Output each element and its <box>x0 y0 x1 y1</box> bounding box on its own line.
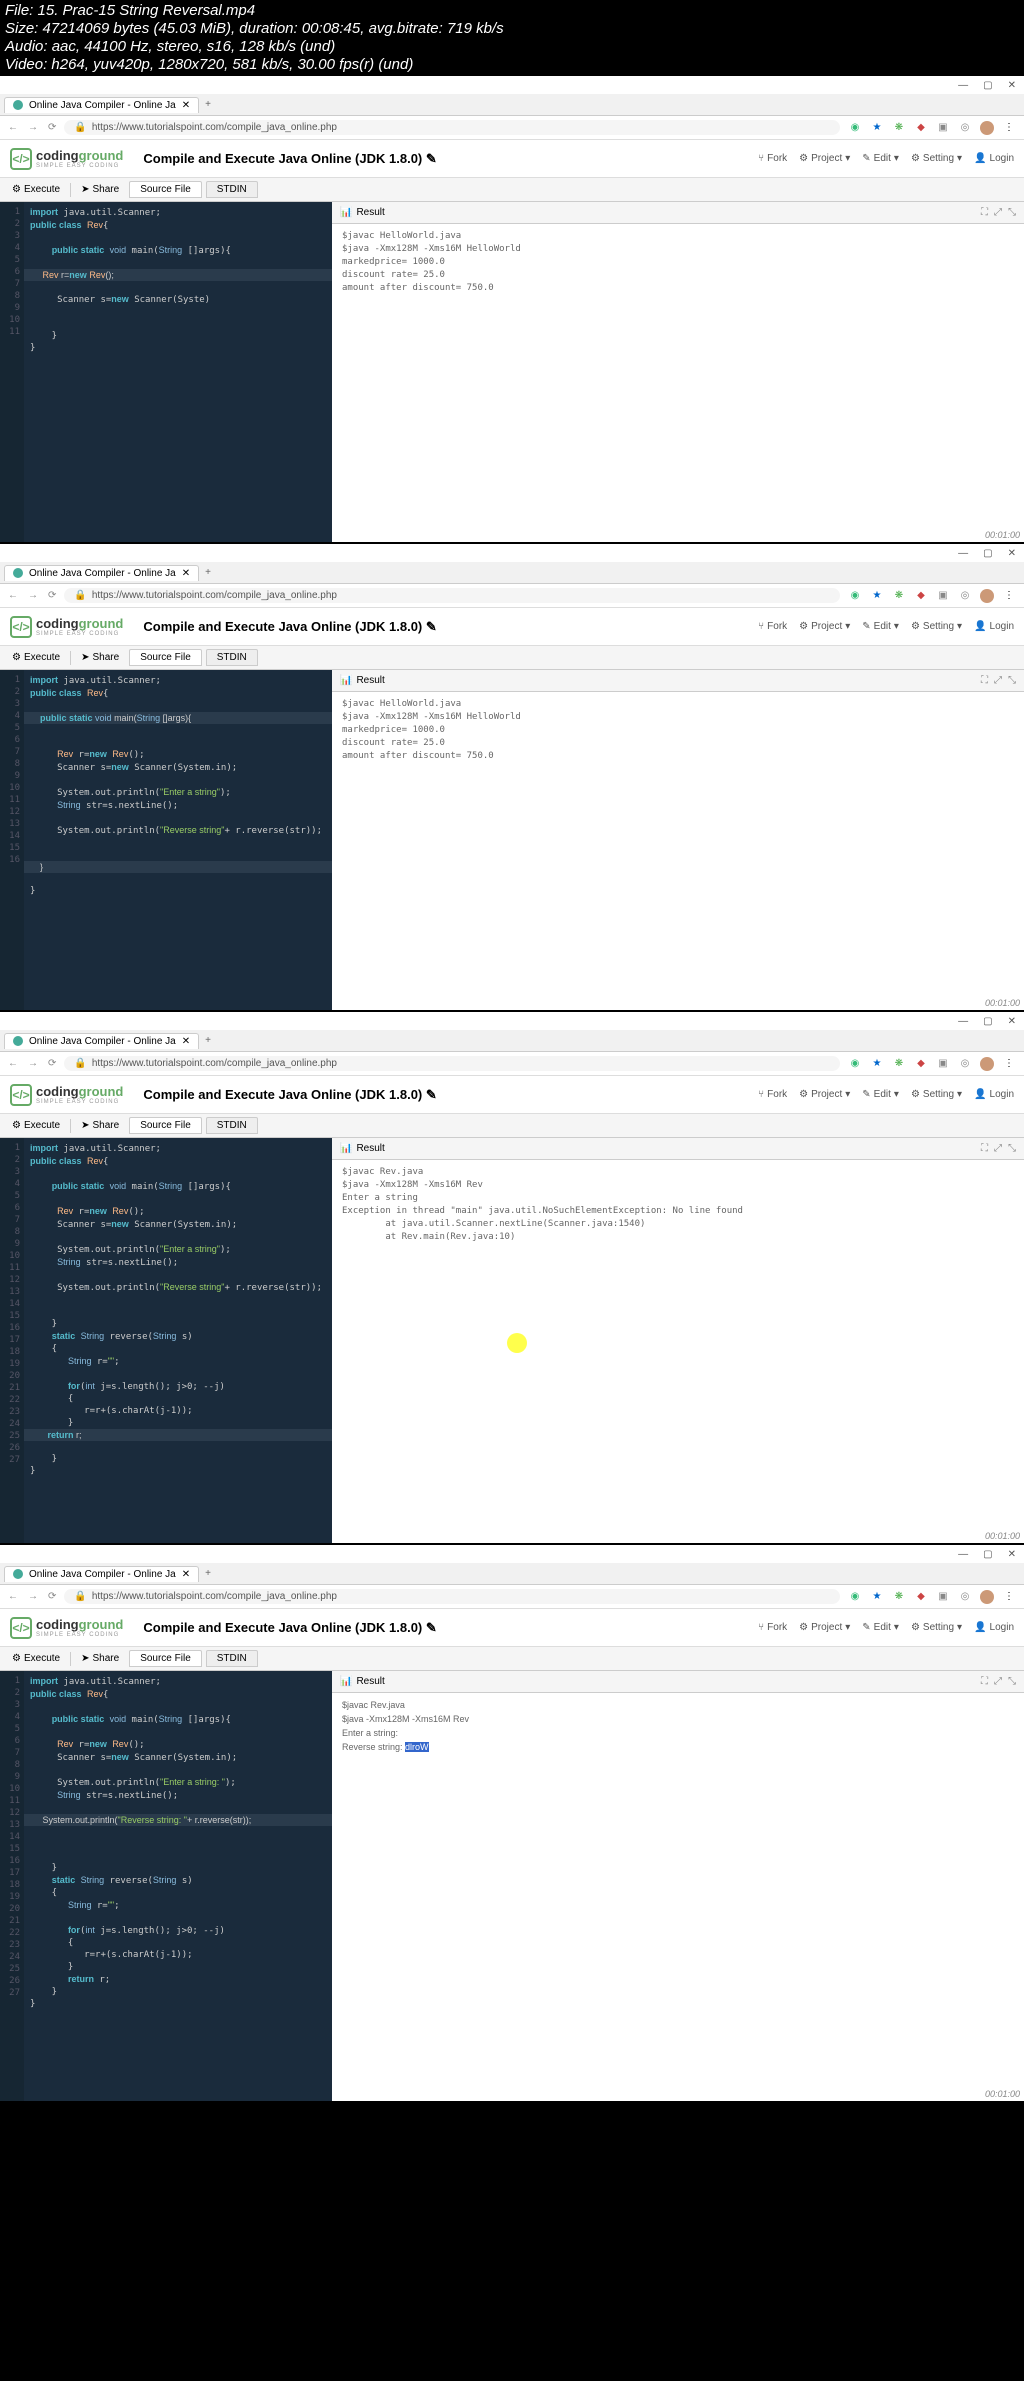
login-button[interactable]: 👤 Login <box>974 153 1014 164</box>
line-gutter: 1234567891011 <box>0 202 24 542</box>
code-area[interactable]: import java.util.Scanner; public class R… <box>24 202 332 542</box>
screenshot-frame-2: — ▢ ✕ Online Java Compiler - Online Ja✕+ ←… <box>0 544 1024 1010</box>
minimize-icon[interactable]: — <box>958 548 968 559</box>
url-text: https://www.tutorialspoint.com/compile_j… <box>92 122 337 133</box>
code-editor[interactable]: 12345678910111213141516 import java.util… <box>0 670 332 1010</box>
url-input[interactable]: 🔒 https://www.tutorialspoint.com/compile… <box>64 120 840 135</box>
timestamp: 00:01:00 <box>985 530 1020 540</box>
ext-icon[interactable]: ◎ <box>958 121 972 135</box>
code-editor[interactable]: 1234567891011 import java.util.Scanner; … <box>0 202 332 542</box>
page-title: Compile and Execute Java Online (JDK 1.8… <box>143 151 436 167</box>
tab-title: Online Java Compiler - Online Ja <box>29 100 176 111</box>
logo-icon: </> <box>10 148 32 170</box>
file-info-overlay: File: 15. Prac-15 String Reversal.mp4 Si… <box>0 0 1024 76</box>
share-button[interactable]: ➤ Share <box>75 650 125 665</box>
forward-icon[interactable]: → <box>28 122 38 133</box>
ext-icon[interactable]: ◆ <box>914 121 928 135</box>
ext-icon[interactable]: ▣ <box>936 121 950 135</box>
avatar-icon[interactable] <box>980 121 994 135</box>
browser-tab[interactable]: Online Java Compiler - Online Ja ✕ <box>4 97 199 113</box>
editor-toolbar: ⚙ Execute ➤ Share Source File STDIN <box>0 178 1024 202</box>
lock-icon: 🔒 <box>74 122 86 133</box>
browser-tab-bar: Online Java Compiler - Online Ja ✕ + <box>0 94 1024 116</box>
window-controls: — ▢ ✕ <box>0 76 1024 94</box>
edit-button[interactable]: ✎ Edit ▾ <box>862 153 899 164</box>
source-tab[interactable]: Source File <box>129 649 202 666</box>
screenshot-frame-1: — ▢ ✕ Online Java Compiler - Online Ja ✕… <box>0 76 1024 542</box>
result-output: $javac HelloWorld.java $java -Xmx128M -X… <box>332 692 1024 769</box>
result-panel: 📊Result ⛶ ⤢ ⤡ $javac HelloWorld.java $ja… <box>332 202 1024 542</box>
site-header: </> codingground SIMPLE EASY CODING Comp… <box>0 140 1024 178</box>
setting-button[interactable]: ⚙ Setting ▾ <box>911 621 962 632</box>
result-header: 📊Result ⛶ ⤢ ⤡ <box>332 202 1024 224</box>
back-icon[interactable]: ← <box>8 122 18 133</box>
expand-icon[interactable]: ⤡ <box>1008 207 1016 218</box>
editor-content: 1234567891011 import java.util.Scanner; … <box>0 202 1024 542</box>
new-tab-button[interactable]: + <box>199 565 217 580</box>
screenshot-frame-4: —▢✕ Online Java Compiler - Online Ja✕+ ←… <box>0 1545 1024 2101</box>
edit-button[interactable]: ✎ Edit ▾ <box>862 621 899 632</box>
maximize-icon[interactable]: ▢ <box>983 548 992 559</box>
menu-icon[interactable]: ⋮ <box>1002 121 1016 135</box>
header-actions: ⑂ Fork ⚙ Project ▾ ✎ Edit ▾ ⚙ Setting ▾ … <box>758 153 1014 164</box>
extension-icons: ◉ ★ ❋ ◆ ▣ ◎ ⋮ <box>848 121 1016 135</box>
source-tab[interactable]: Source File <box>129 181 202 198</box>
url-input[interactable]: 🔒https://www.tutorialspoint.com/compile_… <box>64 588 840 603</box>
new-tab-button[interactable]: + <box>199 97 217 112</box>
close-icon[interactable]: ✕ <box>1008 548 1016 559</box>
browser-tab[interactable]: Online Java Compiler - Online Ja✕ <box>4 565 199 581</box>
fork-button[interactable]: ⑂ Fork <box>758 153 787 164</box>
nav-arrows: ← → ⟳ <box>8 122 56 133</box>
stdin-tab[interactable]: STDIN <box>206 649 258 666</box>
reload-icon[interactable]: ⟳ <box>48 122 56 133</box>
project-button[interactable]: ⚙ Project ▾ <box>799 621 850 632</box>
chart-icon: 📊 <box>340 207 352 218</box>
tab-close-icon[interactable]: ✕ <box>182 100 190 111</box>
stdin-tab[interactable]: STDIN <box>206 181 258 198</box>
fork-button[interactable]: ⑂ Fork <box>758 621 787 632</box>
maximize-icon[interactable]: ▢ <box>983 80 992 91</box>
share-button[interactable]: ➤ Share <box>75 182 125 197</box>
tab-favicon-icon <box>13 100 23 110</box>
execute-button[interactable]: ⚙ Execute <box>6 650 66 665</box>
minimize-icon[interactable]: — <box>958 80 968 91</box>
edit-icon[interactable]: ✎ <box>426 151 437 166</box>
result-output: $javac HelloWorld.java $java -Xmx128M -X… <box>332 224 1024 301</box>
back-icon[interactable]: ← <box>8 590 18 601</box>
ext-icon[interactable]: ★ <box>870 121 884 135</box>
screenshot-frame-3: —▢✕ Online Java Compiler - Online Ja✕+ ←… <box>0 1012 1024 1543</box>
ext-icon[interactable]: ❋ <box>892 121 906 135</box>
code-editor[interactable]: 1234567891011121314151617181920212223242… <box>0 1671 332 2101</box>
expand-icon[interactable]: ⤢ <box>994 207 1002 218</box>
cursor-highlight <box>507 1333 527 1353</box>
ext-icon[interactable]: ◉ <box>848 121 862 135</box>
result-output: $javac Rev.java $java -Xmx128M -Xms16M R… <box>332 1160 1024 1250</box>
login-button[interactable]: 👤 Login <box>974 621 1014 632</box>
selected-text: dlroW <box>405 1742 429 1752</box>
close-icon[interactable]: ✕ <box>1008 80 1016 91</box>
setting-button[interactable]: ⚙ Setting ▾ <box>911 153 962 164</box>
result-output: $javac Rev.java $java -Xmx128M -Xms16M R… <box>332 1693 1024 1761</box>
project-button[interactable]: ⚙ Project ▾ <box>799 153 850 164</box>
execute-button[interactable]: ⚙ Execute <box>6 182 66 197</box>
code-editor[interactable]: 1234567891011121314151617181920212223242… <box>0 1138 332 1543</box>
site-logo[interactable]: </> codingground SIMPLE EASY CODING <box>10 148 123 170</box>
reload-icon[interactable]: ⟳ <box>48 590 56 601</box>
forward-icon[interactable]: → <box>28 590 38 601</box>
expand-icon[interactable]: ⛶ <box>981 207 988 218</box>
site-logo[interactable]: </>codinggroundSIMPLE EASY CODING <box>10 616 123 638</box>
address-bar: ← → ⟳ 🔒 https://www.tutorialspoint.com/c… <box>0 116 1024 140</box>
